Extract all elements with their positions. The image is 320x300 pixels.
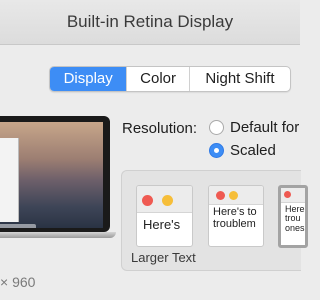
resolution-label: Resolution: [122, 120, 198, 137]
window-title: Built-in Retina Display [66, 12, 234, 31]
tab-color[interactable]: Color [126, 67, 188, 91]
tab-display[interactable]: Display [50, 67, 127, 91]
resolution-caption: × 960 [0, 274, 36, 290]
scale-option-larger-text[interactable]: Here's [136, 185, 193, 247]
sample-text: Here's trou ones [285, 204, 307, 233]
minimize-dot-icon [162, 195, 173, 206]
window-titlebar [281, 188, 305, 203]
radio-scaled-label: Scaled [230, 141, 276, 159]
radio-default[interactable]: Default for [209, 118, 299, 136]
display-preview-laptop [0, 116, 116, 240]
radio-default-label: Default for [230, 118, 300, 136]
scaled-options-panel: Here's Here's to troublem Here's trou on… [121, 170, 308, 271]
window-titlebar [137, 186, 192, 213]
laptop-screen [0, 116, 110, 232]
close-dot-icon [142, 195, 153, 206]
preview-dock [0, 224, 36, 228]
radio-button-selected[interactable] [209, 142, 224, 158]
window-titlebar [209, 186, 263, 205]
scale-option-default[interactable]: Here's trou ones [278, 185, 308, 248]
sample-text: Here's [143, 217, 181, 232]
scale-option-medium[interactable]: Here's to troublem [208, 185, 264, 247]
tab-night-shift[interactable]: Night Shift [188, 67, 290, 91]
laptop-base [0, 232, 116, 238]
radio-button[interactable] [209, 119, 224, 135]
title-bar: Built-in Retina Display [0, 0, 300, 45]
close-dot-icon [216, 191, 225, 200]
larger-text-label: Larger Text [131, 250, 196, 265]
preview-window [0, 138, 19, 222]
minimize-dot-icon [229, 191, 238, 200]
segmented-tabs: Display Color Night Shift [49, 66, 291, 92]
radio-scaled[interactable]: Scaled [209, 141, 276, 159]
close-dot-icon [284, 191, 291, 198]
sample-text: Here's to troublem [213, 206, 257, 230]
desktop-wallpaper [0, 122, 103, 228]
